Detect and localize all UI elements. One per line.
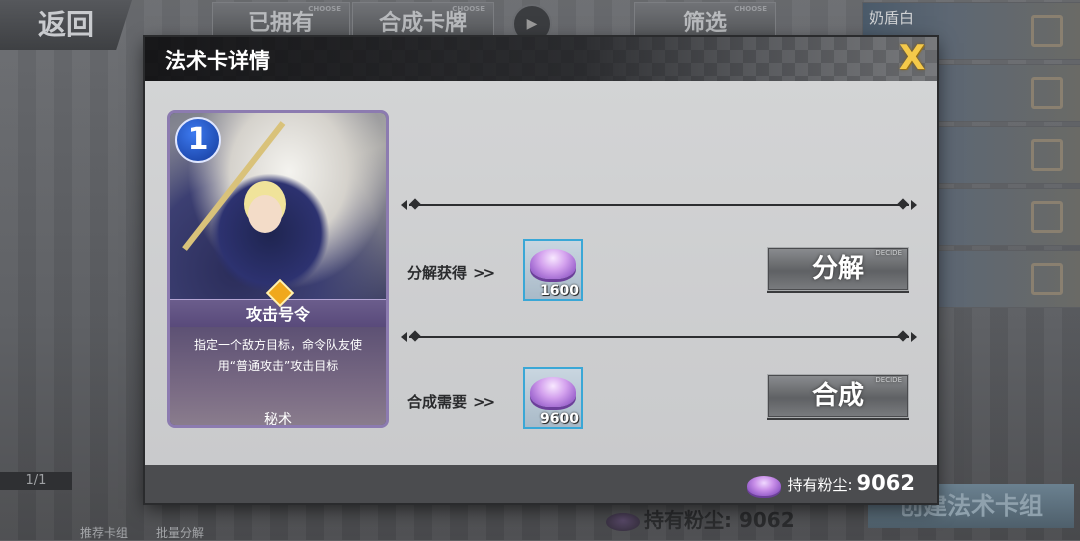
tab-owned-tag: CHOOSE (308, 5, 341, 13)
tab-filter-label: 筛选 (682, 11, 727, 36)
decompose-reward-item: 1600 (523, 239, 583, 301)
tab-craft[interactable]: CHOOSE 合成卡牌 (352, 2, 494, 40)
tab-craft-label: 合成卡牌 (378, 11, 467, 36)
decompose-amount: 1600 (540, 283, 579, 299)
decompose-button-label: 分解 (811, 254, 864, 284)
batch-decompose-button[interactable]: 批量分解 (156, 524, 204, 541)
dust-icon (530, 377, 576, 407)
divider-middle (401, 332, 917, 342)
tab-craft-tag: CHOOSE (452, 5, 485, 13)
card-cost-badge: 1 (175, 117, 221, 163)
tab-owned-label: 已拥有 (247, 11, 314, 36)
recommend-deck-button[interactable]: 推荐卡组 (80, 524, 128, 541)
tab-filter[interactable]: CHOOSE 筛选 (634, 2, 776, 40)
edit-icon[interactable] (1031, 201, 1063, 233)
edit-icon[interactable] (1031, 263, 1063, 295)
background-dust-value: 9062 (738, 508, 795, 532)
dust-counter: 持有粉尘: 9062 (747, 471, 915, 496)
card-type: 秘术 (264, 412, 292, 428)
craft-row-label: 合成需要 >> (407, 391, 495, 412)
deck-slot-1-name: 奶盾白 (869, 9, 915, 27)
decompose-arrow: >> (473, 264, 495, 282)
craft-amount: 9600 (540, 411, 579, 427)
tab-owned[interactable]: CHOOSE 已拥有 (212, 2, 350, 40)
background-dust-label: 持有粉尘: (644, 508, 732, 532)
dust-icon (747, 475, 782, 496)
decompose-button-tag: DECIDE (875, 249, 902, 257)
dust-value: 9062 (856, 471, 915, 495)
spell-card: 1 攻击号令 指定一个敌方目标，命令队友使用“普通攻击”攻击目标 秘术 (167, 110, 389, 428)
edit-icon[interactable] (1031, 139, 1063, 171)
card-detail-modal: 法术卡详情 X 1 攻击号令 指定一个敌方目标，命令队友使用“普通攻击”攻击目标… (145, 37, 937, 503)
divider-top (401, 200, 917, 210)
craft-button[interactable]: DECIDE 合成 (767, 374, 909, 418)
decompose-row-label: 分解获得 >> (407, 262, 495, 283)
back-label: 返回 (38, 8, 95, 41)
card-name: 攻击号令 (245, 305, 310, 324)
craft-button-label: 合成 (811, 381, 864, 411)
decompose-button[interactable]: DECIDE 分解 (767, 247, 909, 291)
craft-button-tag: DECIDE (875, 376, 902, 384)
decompose-label: 分解获得 (407, 264, 468, 282)
modal-header: 法术卡详情 X (145, 37, 937, 81)
card-description: 指定一个敌方目标，命令队友使用“普通攻击”攻击目标 (193, 338, 362, 373)
dust-icon (530, 249, 576, 279)
back-button[interactable]: 返回 (0, 0, 132, 50)
dust-label: 持有粉尘: (787, 476, 853, 494)
page-indicator: 1/1 (0, 472, 72, 490)
tab-filter-tag: CHOOSE (734, 5, 767, 13)
modal-title: 法术卡详情 (165, 49, 270, 73)
background-dust-counter: 持有粉尘: 9062 (606, 504, 795, 533)
craft-label: 合成需要 (407, 393, 468, 411)
modal-footer: 持有粉尘: 9062 (145, 465, 937, 503)
dust-icon (606, 512, 640, 531)
edit-icon[interactable] (1031, 77, 1063, 109)
craft-arrow: >> (473, 393, 495, 411)
edit-icon[interactable] (1031, 15, 1063, 47)
close-icon[interactable]: X (895, 41, 929, 75)
craft-cost-item: 9600 (523, 367, 583, 429)
